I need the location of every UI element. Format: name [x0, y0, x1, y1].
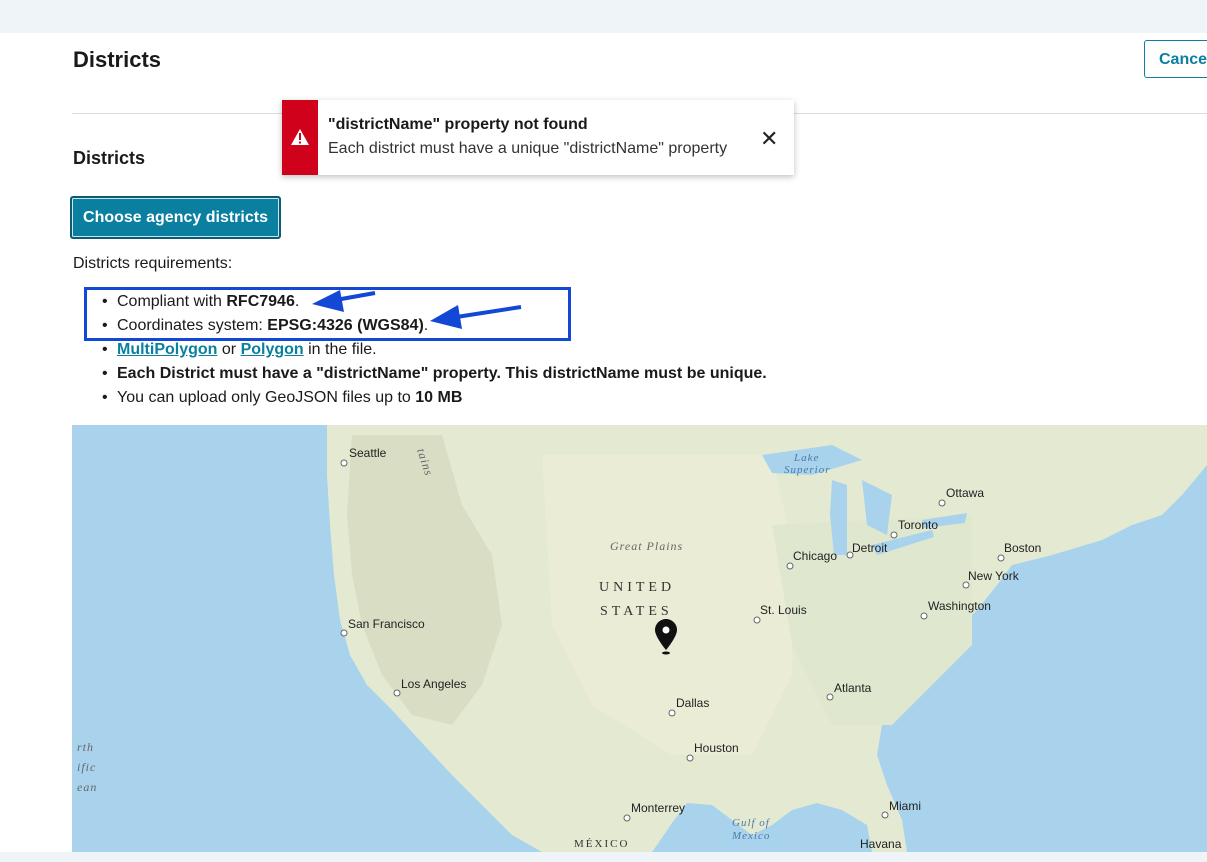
- map-label-lake-superior-1: Lake: [793, 452, 819, 464]
- map-label-great-plains: Great Plains: [610, 539, 683, 553]
- city-seattle: Seattle: [349, 446, 387, 460]
- map-label-country-1: UNITED: [599, 580, 675, 595]
- city-los-angeles: Los Angeles: [401, 677, 466, 691]
- map-label-pacific-3: ean: [77, 780, 97, 794]
- city-san-francisco: San Francisco: [348, 617, 425, 631]
- city-st-louis: St. Louis: [760, 603, 807, 617]
- toast-accent-bar: [282, 100, 318, 175]
- toast-title: "districtName" property not found: [328, 116, 588, 133]
- city-houston: Houston: [694, 741, 739, 755]
- map-label-pacific-1: rth: [77, 740, 94, 754]
- error-toast: "districtName" property not found Each d…: [282, 100, 794, 175]
- map-label-mexico: MÉXICO: [574, 838, 629, 850]
- city-toronto: Toronto: [898, 518, 938, 532]
- map-label-gulf-2: Mexico: [731, 830, 770, 842]
- map-label-lake-superior-2: Superior: [784, 464, 831, 476]
- map-canvas[interactable]: tains Lake Superior Great Plains UNITED …: [72, 425, 1207, 852]
- toast-message: Each district must have a unique "distri…: [328, 140, 728, 157]
- map-label-country-2: STATES: [600, 604, 673, 619]
- annotation-arrow-2: [430, 305, 522, 329]
- city-boston: Boston: [1004, 541, 1041, 555]
- city-chicago: Chicago: [793, 549, 837, 563]
- close-icon[interactable]: ✕: [760, 126, 778, 152]
- city-new-york: New York: [968, 569, 1020, 583]
- city-monterrey: Monterrey: [631, 801, 685, 815]
- annotation-arrow-1: [312, 290, 376, 312]
- city-atlanta: Atlanta: [834, 681, 872, 695]
- city-ottawa: Ottawa: [946, 486, 984, 500]
- city-miami: Miami: [889, 799, 921, 813]
- map-label-gulf-1: Gulf of: [732, 817, 771, 829]
- city-detroit: Detroit: [852, 541, 888, 555]
- warning-triangle-icon: [291, 129, 309, 145]
- city-havana: Havana: [860, 837, 902, 851]
- map-view[interactable]: tains Lake Superior Great Plains UNITED …: [72, 425, 1207, 852]
- map-label-pacific-2: ific: [77, 760, 96, 774]
- city-washington: Washington: [928, 599, 991, 613]
- city-dallas: Dallas: [676, 696, 709, 710]
